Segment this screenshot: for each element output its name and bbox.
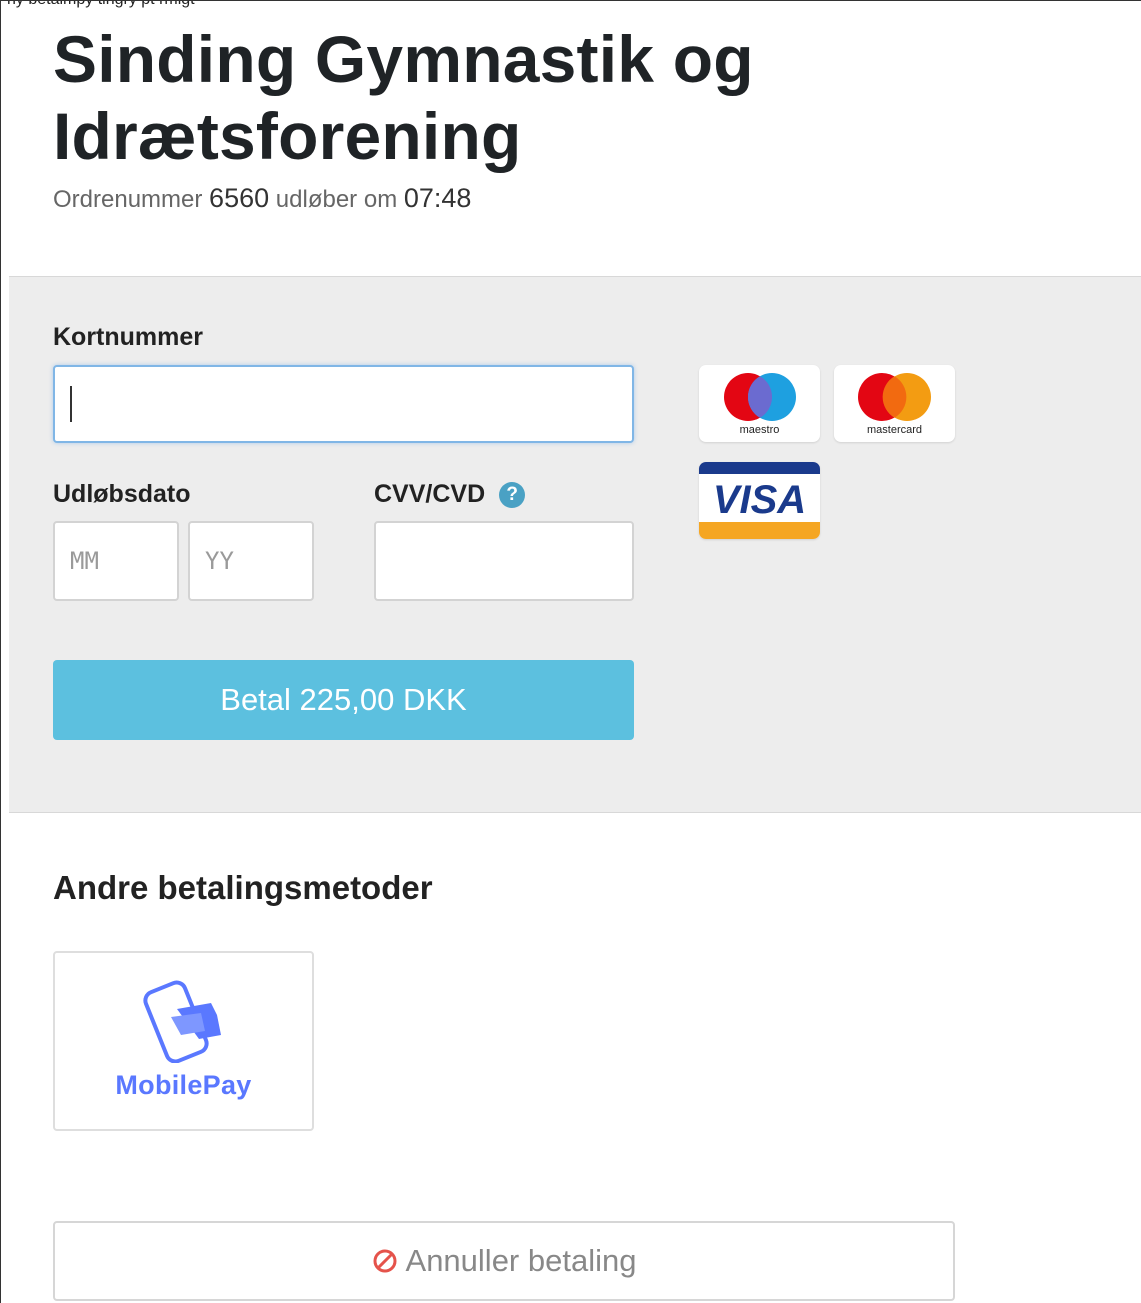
mastercard-icon: mastercard — [858, 373, 931, 436]
expires-label: udløber om — [275, 186, 398, 213]
cancel-icon — [373, 1249, 397, 1273]
mastercard-logo: mastercard — [834, 365, 955, 442]
order-info: Ordrenummer 6560 udløber om 07:48 — [53, 183, 1053, 214]
cvv-label: CVV/CVD — [374, 480, 486, 508]
card-number-input[interactable] — [53, 365, 634, 443]
expiry-year-placeholder: YY — [205, 547, 234, 575]
visa-icon: VISA — [699, 462, 820, 539]
expiry-year-input[interactable]: YY — [188, 521, 314, 601]
payment-page: ny betalmpy tingry pt rmlgt Sinding Gymn… — [0, 0, 1141, 1303]
expiry-month-placeholder: MM — [70, 547, 99, 575]
expires-time: 07:48 — [403, 183, 472, 213]
page-header: Sinding Gymnastik og Idrætsforening Ordr… — [53, 21, 1053, 214]
expiry-month-input[interactable]: MM — [53, 521, 179, 601]
cancel-payment-button[interactable]: Annuller betaling — [53, 1221, 955, 1301]
page-title: Sinding Gymnastik og Idrætsforening — [53, 22, 754, 173]
maestro-icon: maestro — [724, 373, 796, 436]
top-caption: ny betalmpy tingry pt rmlgt — [7, 1, 195, 9]
visa-logo: VISA — [699, 462, 820, 539]
mobilepay-icon — [143, 980, 221, 1063]
cancel-label: Annuller betaling — [405, 1243, 637, 1278]
card-number-label: Kortnummer — [53, 323, 204, 351]
text-caret — [70, 386, 72, 422]
mobilepay-button[interactable]: MobilePay — [53, 951, 314, 1131]
order-prefix: Ordrenummer — [53, 186, 203, 213]
card-payment-panel: Kortnummer Udløbsdato MM YY CVV/CVD? Bet… — [9, 276, 1141, 813]
mastercard-label: mastercard — [867, 424, 922, 436]
expiry-label: Udløbsdato — [53, 480, 191, 508]
maestro-logo: maestro — [699, 365, 820, 442]
visa-label: VISA — [713, 478, 806, 522]
order-number: 6560 — [209, 183, 270, 213]
pay-button[interactable]: Betal 225,00 DKK — [53, 660, 634, 740]
help-icon[interactable]: ? — [499, 482, 526, 508]
cvv-input[interactable] — [374, 521, 634, 601]
other-methods-title: Andre betalingsmetoder — [53, 869, 433, 906]
maestro-label: maestro — [740, 424, 780, 436]
mobilepay-label: MobilePay — [115, 1070, 252, 1100]
cvv-label-row: CVV/CVD? — [374, 480, 526, 509]
